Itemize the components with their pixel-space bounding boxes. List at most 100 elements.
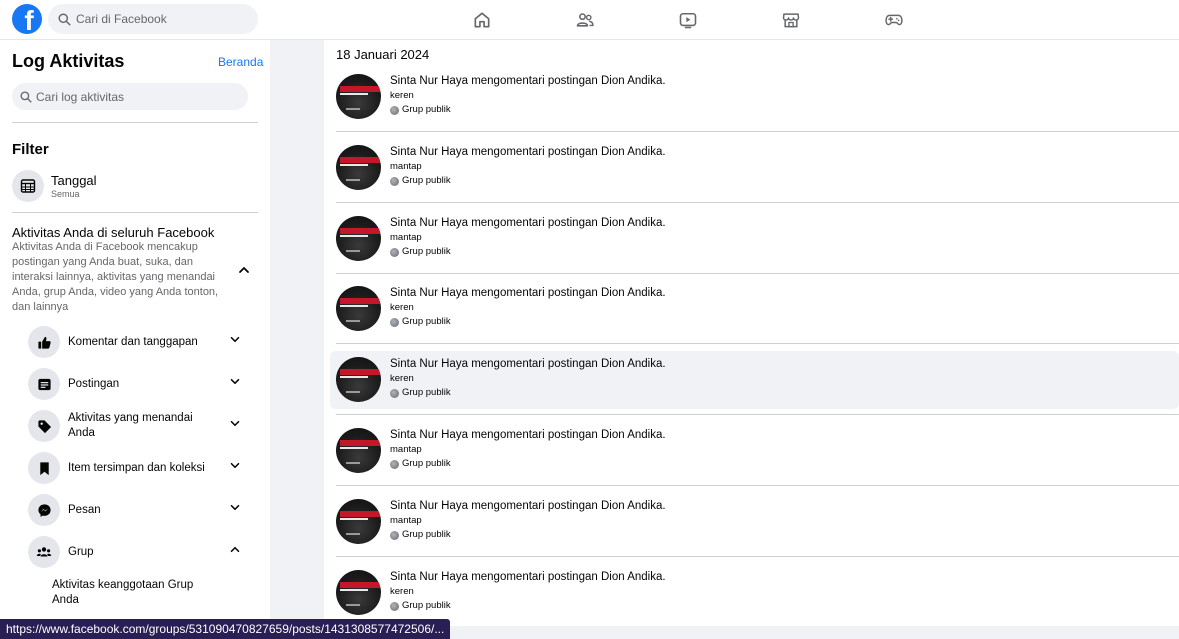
chevron-up-icon[interactable] [236,262,252,283]
filter-heading: Filter [12,141,49,158]
target-name[interactable]: Dion Andika [601,217,662,229]
link-status-bar: https://www.facebook.com/groups/53109047… [0,619,451,639]
global-search[interactable] [48,4,258,34]
action-verb: mengomentari postingan [471,429,598,441]
activity-entry[interactable]: Sinta Nur Haya mengomentari postingan Di… [330,493,1179,551]
audience-label: Grup publik [402,316,451,327]
actor-name[interactable]: Sinta Nur Haya [390,217,468,229]
sub-item-group-membership[interactable]: Aktivitas keanggotaan Grup Anda [52,578,222,608]
date-filter[interactable]: Tanggal Semua [12,169,258,203]
post-thumbnail[interactable] [336,570,381,615]
page-title: Log Aktivitas [12,51,125,71]
comment-text: keren [390,302,414,313]
all-activity-heading[interactable]: Aktivitas Anda di seluruh Facebook [12,225,214,240]
period: . [662,429,666,441]
post-thumbnail[interactable] [336,428,381,473]
activity-search[interactable] [12,83,248,110]
comment-text: keren [390,90,414,101]
actor-name[interactable]: Sinta Nur Haya [390,500,468,512]
activity-entry[interactable]: Sinta Nur Haya mengomentari postingan Di… [330,210,1179,268]
action-verb: mengomentari postingan [471,75,598,87]
messenger-icon [28,494,60,526]
top-navbar: f [0,0,1179,40]
global-search-input[interactable] [76,12,246,26]
post-thumbnail[interactable] [336,145,381,190]
calendar-icon [12,170,44,202]
comment-text: mantap [390,161,422,172]
category-groups[interactable]: Grup [28,536,248,568]
activity-entry[interactable]: Sinta Nur Haya mengomentari postingan Di… [330,280,1179,338]
chevron-up-icon[interactable] [228,543,242,562]
chevron-down-icon[interactable] [228,333,242,352]
globe-icon [390,459,399,469]
globe-icon [390,530,399,540]
chevron-down-icon[interactable] [228,417,242,436]
target-name[interactable]: Dion Andika [601,287,662,299]
nav-gaming[interactable] [842,0,945,40]
activity-search-input[interactable] [36,89,236,104]
activity-entry[interactable]: Sinta Nur Haya mengomentari postingan Di… [330,564,1179,622]
actor-name[interactable]: Sinta Nur Haya [390,146,468,158]
search-icon [58,12,71,26]
search-icon [20,90,32,103]
actor-name[interactable]: Sinta Nur Haya [390,287,468,299]
globe-icon [390,176,399,186]
date-filter-label: Tanggal [51,173,97,188]
actor-name[interactable]: Sinta Nur Haya [390,429,468,441]
target-name[interactable]: Dion Andika [601,500,662,512]
post-thumbnail[interactable] [336,74,381,119]
post-thumbnail[interactable] [336,216,381,261]
category-label: Item tersimpan dan koleksi [68,461,205,474]
activity-entry[interactable]: Sinta Nur Haya mengomentari postingan Di… [330,68,1179,126]
nav-watch[interactable] [636,0,739,40]
post-thumbnail[interactable] [336,499,381,544]
target-name[interactable]: Dion Andika [601,571,662,583]
post-thumbnail[interactable] [336,286,381,331]
chevron-down-icon[interactable] [228,501,242,520]
category-posts[interactable]: Postingan [28,368,248,400]
nav-marketplace[interactable] [739,0,842,40]
watch-icon [679,12,696,29]
target-name[interactable]: Dion Andika [601,429,662,441]
actor-name[interactable]: Sinta Nur Haya [390,75,468,87]
actor-name[interactable]: Sinta Nur Haya [390,358,468,370]
chevron-down-icon[interactable] [228,375,242,394]
post-thumbnail[interactable] [336,357,381,402]
category-saved[interactable]: Item tersimpan dan koleksi [28,452,248,484]
activity-entry[interactable]: Sinta Nur Haya mengomentari postingan Di… [330,139,1179,197]
comment-text: keren [390,586,414,597]
activity-log-sidebar: Log Aktivitas Beranda Filter Tanggal Sem… [0,40,270,639]
chevron-down-icon[interactable] [228,459,242,478]
actor-name[interactable]: Sinta Nur Haya [390,571,468,583]
nav-home[interactable] [430,0,533,40]
target-name[interactable]: Dion Andika [601,146,662,158]
activity-entry[interactable]: Sinta Nur Haya mengomentari postingan Di… [330,422,1179,480]
activity-list: 18 Januari 2024 Sinta Nur Haya mengoment… [324,40,1179,626]
row-divider [336,556,1179,557]
friends-icon [576,13,594,27]
target-name[interactable]: Dion Andika [601,358,662,370]
bookmark-icon [28,452,60,484]
date-filter-value: Semua [51,189,80,199]
audience-label: Grup publik [402,246,451,257]
action-verb: mengomentari postingan [471,500,598,512]
tag-icon [28,410,60,442]
audience-label: Grup publik [402,387,451,398]
gaming-icon [884,14,903,26]
activity-entry[interactable]: Sinta Nur Haya mengomentari postingan Di… [330,351,1179,409]
group-icon [28,536,60,568]
comment-text: mantap [390,515,422,526]
category-tagged[interactable]: Aktivitas yang menandai Anda [28,410,248,442]
category-comments[interactable]: Komentar dan tanggapan [28,326,248,358]
audience-label: Grup publik [402,529,451,540]
audience-label: Grup publik [402,458,451,469]
category-label: Pesan [68,503,101,516]
home-link[interactable]: Beranda [218,55,263,69]
row-divider [336,202,1179,203]
target-name[interactable]: Dion Andika [601,75,662,87]
nav-friends[interactable] [533,0,636,40]
facebook-logo[interactable]: f [12,4,42,34]
comment-text: mantap [390,444,422,455]
category-messages[interactable]: Pesan [28,494,248,526]
category-label: Postingan [68,377,120,390]
